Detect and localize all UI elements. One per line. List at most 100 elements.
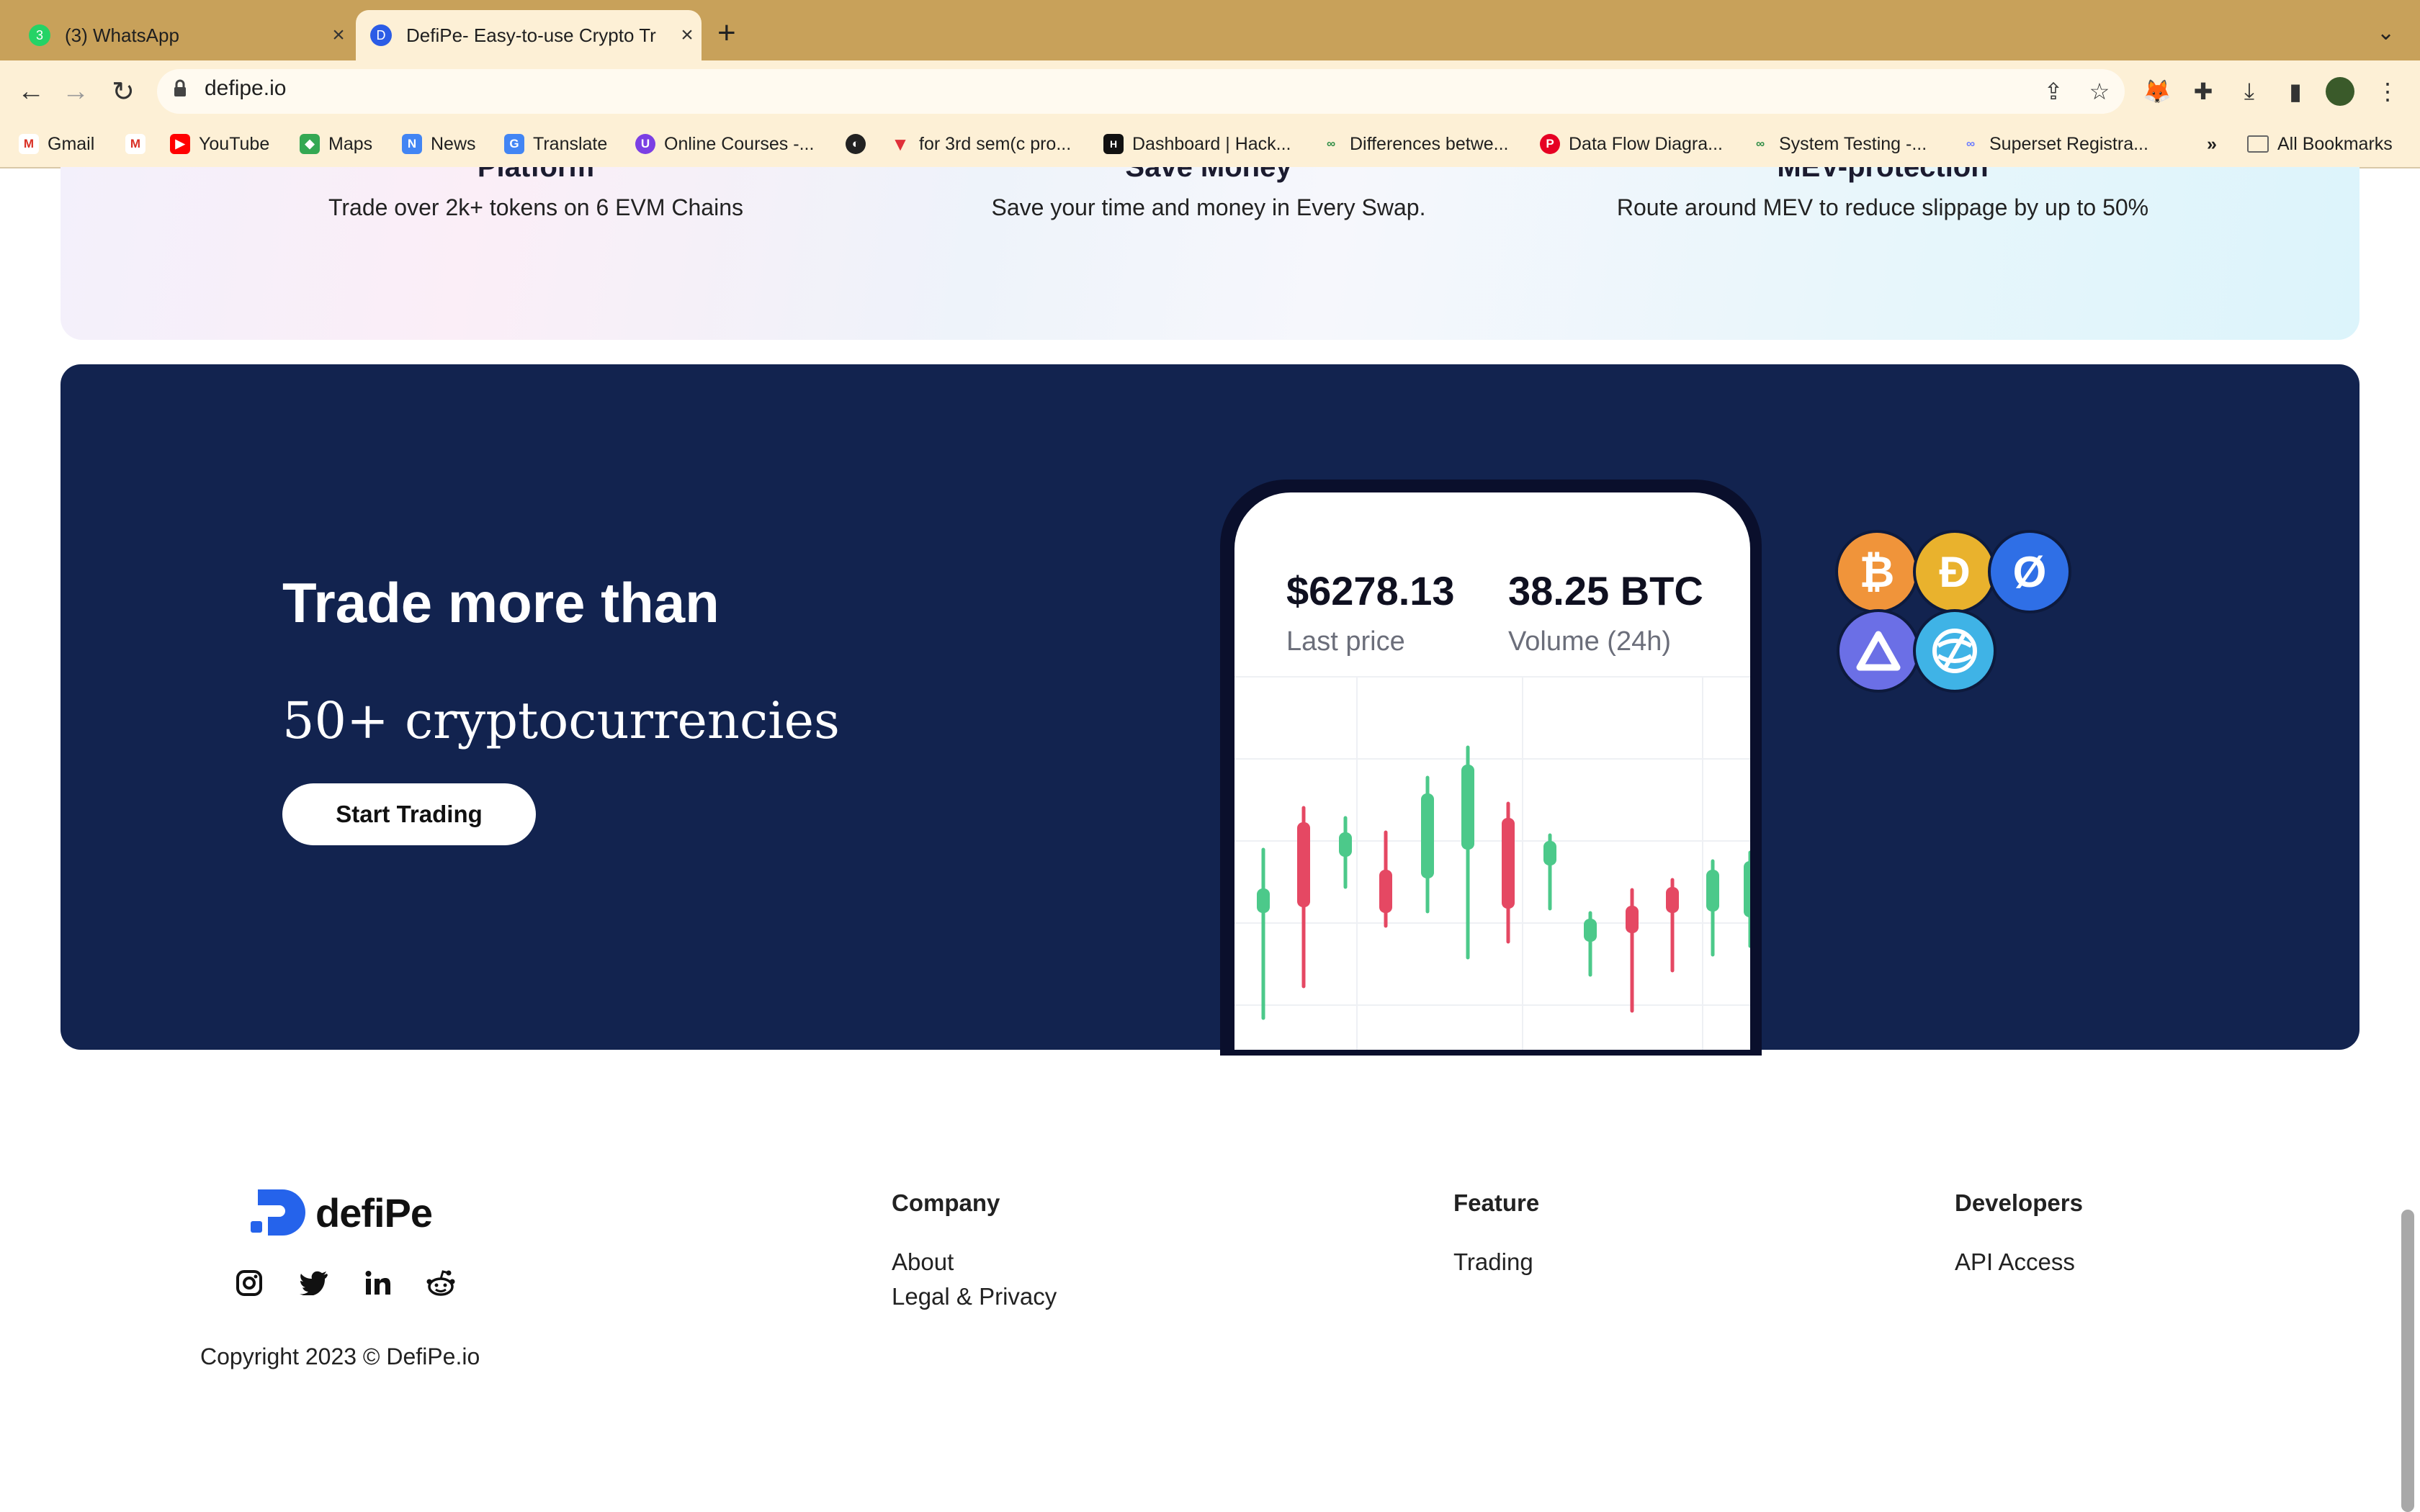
bookmark-gmail[interactable]: M Gmail — [19, 130, 94, 158]
last-price-value: $6278.13 — [1286, 568, 1455, 613]
defipe-logo-icon — [251, 1189, 305, 1236]
feature-description: Trade over 2k+ tokens on 6 EVM Chains — [328, 194, 743, 220]
bookmark-differences[interactable]: ∞ Differences betwe... — [1321, 130, 1508, 158]
scrollbar[interactable] — [2401, 1210, 2414, 1512]
close-icon[interactable]: × — [324, 23, 353, 48]
candle-body — [1744, 861, 1750, 917]
bookmark-globe[interactable]: ◐ — [846, 130, 874, 158]
forward-icon[interactable]: → — [56, 72, 95, 111]
candle-body — [1584, 919, 1597, 942]
metamask-icon[interactable]: 🦊 — [2142, 76, 2172, 107]
candle-body — [1626, 906, 1639, 933]
translate-icon: G — [504, 134, 524, 154]
candle-body — [1706, 870, 1719, 912]
feature-description: Route around MEV to reduce slippage by u… — [1616, 194, 2149, 220]
feature-title: Save Money — [1125, 167, 1292, 183]
address-bar[interactable] — [157, 69, 2125, 114]
instagram-icon[interactable] — [233, 1267, 265, 1299]
chevron-down-icon[interactable]: ⌄ — [2377, 20, 2395, 45]
lock-icon[interactable] — [173, 79, 187, 98]
bookmark-data-flow[interactable]: P Data Flow Diagra... — [1540, 130, 1723, 158]
reddit-icon[interactable] — [425, 1267, 457, 1299]
extensions-icon[interactable]: ✚ — [2188, 76, 2218, 107]
promo-subheadline: 50+ cryptocurrencies — [282, 691, 840, 750]
brand-name[interactable]: defiPe — [315, 1189, 433, 1236]
candle-body — [1379, 870, 1392, 913]
feature-title: Platform — [477, 167, 595, 183]
last-price-label: Last price — [1286, 626, 1405, 657]
bookmark-system-testing[interactable]: ∞ System Testing -... — [1750, 130, 1927, 158]
youtube-icon: ▶ — [170, 134, 190, 154]
tab-title: (3) WhatsApp — [65, 24, 179, 46]
candle-body — [1543, 841, 1556, 865]
arc-coin-icon — [1837, 609, 1920, 693]
star-icon[interactable]: ☆ — [2084, 76, 2115, 107]
sidepanel-icon[interactable]: ▮ — [2280, 76, 2311, 107]
start-trading-button[interactable]: Start Trading — [282, 783, 536, 845]
globe-coin-icon — [1913, 609, 1996, 693]
feature-title: MEV-protection — [1777, 167, 1989, 183]
bookmark-youtube[interactable]: ▶ YouTube — [170, 130, 269, 158]
footer-heading-feature: Feature — [1453, 1189, 1540, 1216]
bookmarks-overflow-button[interactable]: » — [2207, 130, 2217, 158]
all-bookmarks-button[interactable]: All Bookmarks — [2247, 130, 2393, 158]
more-menu-icon[interactable]: ⋮ — [2372, 76, 2403, 107]
tab-defipe[interactable]: D DefiPe- Easy-to-use Crypto Tr × — [356, 10, 702, 60]
volume-value: 38.25 BTC — [1508, 568, 1703, 613]
feature-description: Save your time and money in Every Swap. — [991, 194, 1426, 220]
footer-link-trading[interactable]: Trading — [1453, 1248, 1533, 1276]
twitter-icon[interactable] — [298, 1267, 330, 1299]
footer-heading-developers: Developers — [1955, 1189, 2083, 1216]
globe-icon: ◐ — [846, 134, 866, 154]
footer-link-api-access[interactable]: API Access — [1955, 1248, 2075, 1276]
linkedin-icon[interactable] — [362, 1267, 393, 1299]
bookmark-hackerrank[interactable]: H Dashboard | Hack... — [1103, 130, 1291, 158]
candle-body — [1257, 888, 1270, 913]
back-icon[interactable]: ← — [12, 72, 50, 111]
url-text[interactable]: defipe.io — [205, 76, 286, 101]
promo-headline: Trade more than — [282, 571, 720, 634]
folder-icon — [2247, 135, 2269, 153]
download-icon[interactable]: ⤓ — [2234, 76, 2264, 107]
tab-title: DefiPe- Easy-to-use Crypto Tr — [406, 24, 656, 46]
zero-coin-icon: Ø — [1988, 530, 2071, 613]
bookmark-gmail-2[interactable]: M — [125, 130, 154, 158]
pinterest-icon: P — [1540, 134, 1560, 154]
close-icon[interactable]: × — [673, 23, 702, 48]
link-icon: ∞ — [1321, 134, 1341, 154]
bookmark-online-courses[interactable]: U Online Courses -... — [635, 130, 814, 158]
dogecoin-icon: Đ — [1913, 530, 1996, 613]
gmail-icon: M — [19, 134, 39, 154]
gmail-icon: M — [125, 134, 145, 154]
bitcoin-icon: ₿ — [1835, 530, 1919, 613]
link-icon: ∞ — [1750, 134, 1770, 154]
defipe-favicon-icon: D — [370, 24, 392, 46]
volume-label: Volume (24h) — [1508, 626, 1672, 657]
bookmark-translate[interactable]: G Translate — [504, 130, 607, 158]
copyright-text: Copyright 2023 © DefiPe.io — [200, 1344, 480, 1369]
bookmark-3rd-sem[interactable]: ▼ for 3rd sem(c pro... — [890, 130, 1071, 158]
footer-link-legal-privacy[interactable]: Legal & Privacy — [892, 1283, 1057, 1310]
candle-body — [1502, 818, 1515, 909]
candle-body — [1461, 765, 1474, 850]
bookmark-maps[interactable]: ◆ Maps — [300, 130, 372, 158]
tab-whatsapp[interactable]: 3 (3) WhatsApp × — [14, 10, 353, 60]
footer-link-about[interactable]: About — [892, 1248, 954, 1276]
bookmark-icon: ▼ — [890, 132, 910, 155]
superset-icon: ∞ — [1960, 134, 1981, 154]
whatsapp-icon: 3 — [29, 24, 50, 46]
candle-body — [1339, 832, 1352, 857]
news-icon: N — [402, 134, 422, 154]
hackerrank-icon: H — [1103, 134, 1124, 154]
avatar[interactable] — [2325, 76, 2355, 107]
footer-heading-company: Company — [892, 1189, 1000, 1216]
bookmark-superset[interactable]: ∞ Superset Registra... — [1960, 130, 2148, 158]
maps-icon: ◆ — [300, 134, 320, 154]
candle-body — [1666, 887, 1679, 913]
reload-icon[interactable]: ↻ — [104, 72, 143, 111]
bookmark-news[interactable]: N News — [402, 130, 476, 158]
new-tab-button[interactable]: + — [717, 17, 736, 49]
candle-body — [1421, 793, 1434, 878]
share-icon[interactable]: ⇪ — [2038, 76, 2069, 107]
candle-body — [1297, 822, 1310, 907]
